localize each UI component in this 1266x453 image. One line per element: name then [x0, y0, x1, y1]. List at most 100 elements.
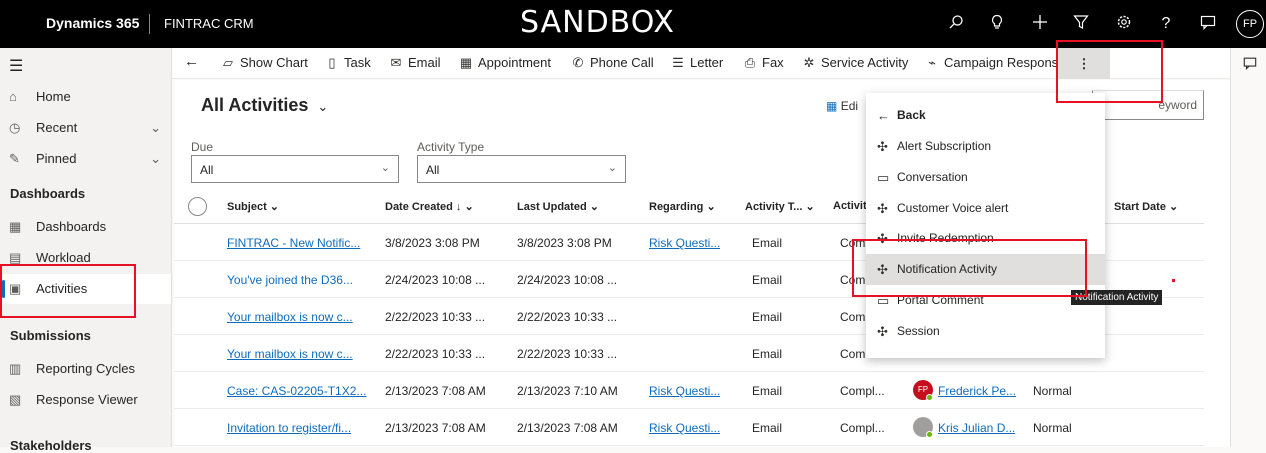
hamburger-icon[interactable]: ☰: [9, 56, 23, 76]
button-label: Phone Call: [590, 55, 654, 70]
presence-badge: [926, 431, 933, 438]
filter-value: All: [426, 163, 440, 177]
owner-link[interactable]: Frederick Pe...: [938, 384, 1016, 398]
letter-button[interactable]: ☰ Letter: [670, 55, 723, 73]
table-row[interactable]: Invitation to register/fi... 2/13/2023 7…: [174, 409, 1204, 446]
activity-type-filter-select[interactable]: All ⌄: [417, 155, 626, 183]
regarding-link[interactable]: Risk Questi...: [649, 384, 720, 398]
activity-type-cell: Email: [752, 421, 783, 435]
letter-icon: ☰: [672, 55, 684, 70]
sidebar-item-dashboards[interactable]: ▦ Dashboards: [0, 212, 171, 242]
chat-icon[interactable]: [1243, 56, 1257, 73]
header-separator: [149, 14, 150, 34]
button-label: Appointment: [478, 55, 551, 70]
activity-status-cell: Compl...: [840, 384, 885, 398]
menu-back-button[interactable]: ← Back: [866, 100, 1105, 131]
owner-link[interactable]: Kris Julian D...: [938, 421, 1015, 435]
button-label: Campaign Response: [944, 55, 1066, 70]
service-icon: ✲: [803, 55, 815, 70]
puzzle-icon: ✣: [877, 324, 888, 339]
subject-link[interactable]: Your mailbox is now c...: [227, 347, 387, 361]
campaign-response-button[interactable]: ⌁ Campaign Response: [924, 55, 1065, 73]
button-label: Fax: [762, 55, 784, 70]
gear-icon[interactable]: [1114, 14, 1134, 34]
sidebar-item-response-viewer[interactable]: ▧ Response Viewer: [0, 385, 171, 415]
sidebar-item-home[interactable]: ⌂ Home: [0, 82, 171, 112]
view-selector[interactable]: All Activities ⌄: [201, 95, 328, 116]
sidebar-item-label: Response Viewer: [36, 392, 138, 407]
fax-button[interactable]: ⎙ Fax: [742, 55, 784, 73]
phone-icon: ✆: [572, 55, 584, 70]
chat-icon[interactable]: [1198, 14, 1218, 34]
priority-cell: Normal: [1033, 421, 1072, 435]
cycle-icon: ▥: [9, 361, 22, 376]
calendar-icon: ▦: [459, 55, 473, 70]
edit-columns-icon: ▦: [826, 99, 838, 113]
appointment-button[interactable]: ▦ Appointment: [458, 55, 551, 73]
edit-columns-button[interactable]: ▦ Edi: [826, 99, 858, 113]
regarding-link[interactable]: Risk Questi...: [649, 421, 720, 435]
app-name[interactable]: FINTRAC CRM: [164, 16, 254, 31]
chevron-down-icon[interactable]: ⌄: [150, 144, 161, 174]
menu-item-customer-voice-alert[interactable]: ✣ Customer Voice alert: [866, 193, 1105, 224]
menu-item-conversation[interactable]: ▭ Conversation: [866, 162, 1105, 193]
show-chart-button[interactable]: ▱ Show Chart: [220, 55, 308, 73]
sidebar-item-label: Recent: [36, 120, 78, 135]
subject-link[interactable]: Invitation to register/fi...: [227, 421, 387, 435]
subject-link[interactable]: Your mailbox is now c...: [227, 310, 387, 324]
plus-icon[interactable]: [1030, 14, 1050, 34]
table-row[interactable]: Case: CAS-02205-T1X2... 2/13/2023 7:08 A…: [174, 372, 1204, 409]
sidebar-item-label: Home: [36, 89, 71, 104]
menu-item-label: Alert Subscription: [897, 139, 992, 153]
date-created-cell: 2/22/2023 10:33 ...: [385, 310, 486, 324]
email-icon: ✉: [390, 55, 402, 70]
brand-name[interactable]: Dynamics 365: [46, 15, 139, 31]
highlight-box-notification: [852, 239, 1087, 297]
avatar[interactable]: FP: [1236, 10, 1264, 38]
date-created-cell: 2/22/2023 10:33 ...: [385, 347, 486, 361]
service-activity-button[interactable]: ✲ Service Activity: [801, 55, 909, 73]
date-created-cell: 3/8/2023 3:08 PM: [385, 236, 480, 250]
column-header-subject[interactable]: Subject ⌄: [227, 200, 279, 213]
nav-group-title: Submissions: [10, 328, 91, 343]
due-filter-select[interactable]: All ⌄: [191, 155, 399, 183]
fax-icon: ⎙: [744, 55, 756, 70]
regarding-link[interactable]: Risk Questi...: [649, 236, 720, 250]
home-icon: ⌂: [9, 89, 17, 104]
column-header-date-created[interactable]: Date Created ↓ ⌄: [385, 200, 474, 213]
column-label: Date Created: [385, 201, 453, 213]
back-arrow-icon[interactable]: ←: [184, 53, 199, 71]
chevron-down-icon[interactable]: ⌄: [150, 113, 161, 143]
filter-icon[interactable]: [1071, 14, 1091, 34]
viewer-icon: ▧: [9, 392, 22, 407]
column-label: Start Date: [1114, 201, 1166, 213]
activity-type-cell: Email: [752, 273, 783, 287]
column-header-last-updated[interactable]: Last Updated ⌄: [517, 200, 599, 213]
sidebar-item-recent[interactable]: ◷ Recent ⌄: [0, 113, 171, 143]
annotation-dot: [1172, 279, 1175, 282]
column-header-regarding[interactable]: Regarding ⌄: [649, 200, 716, 213]
date-created-cell: 2/13/2023 7:08 AM: [385, 384, 486, 398]
subject-link[interactable]: Case: CAS-02205-T1X2...: [227, 384, 387, 398]
subject-link[interactable]: FINTRAC - New Notific...: [227, 236, 387, 250]
phone-call-button[interactable]: ✆ Phone Call: [570, 55, 654, 73]
column-label: Activity T...: [745, 201, 803, 213]
column-header-activity-type[interactable]: Activity T... ⌄: [745, 200, 815, 213]
help-icon[interactable]: ?: [1156, 14, 1176, 34]
task-button[interactable]: ▯ Task: [324, 55, 370, 73]
column-header-start-date[interactable]: Start Date ⌄: [1114, 200, 1178, 213]
sidebar-item-label: Pinned: [36, 151, 77, 166]
search-icon[interactable]: [946, 14, 966, 34]
lightbulb-icon[interactable]: [987, 14, 1007, 34]
subject-link[interactable]: You've joined the D36...: [227, 273, 387, 287]
email-button[interactable]: ✉ Email: [388, 55, 441, 73]
menu-item-alert-subscription[interactable]: ✣ Alert Subscription: [866, 131, 1105, 162]
column-label: Regarding: [649, 201, 704, 213]
menu-item-session[interactable]: ✣ Session: [866, 316, 1105, 347]
menu-item-label: Conversation: [897, 170, 968, 184]
sidebar-item-reporting-cycles[interactable]: ▥ Reporting Cycles: [0, 354, 171, 384]
select-all-checkbox[interactable]: [188, 197, 207, 216]
sidebar-item-pinned[interactable]: ✎ Pinned ⌄: [0, 144, 171, 174]
button-label: Email: [408, 55, 441, 70]
last-updated-cell: 2/13/2023 7:08 AM: [517, 421, 618, 435]
